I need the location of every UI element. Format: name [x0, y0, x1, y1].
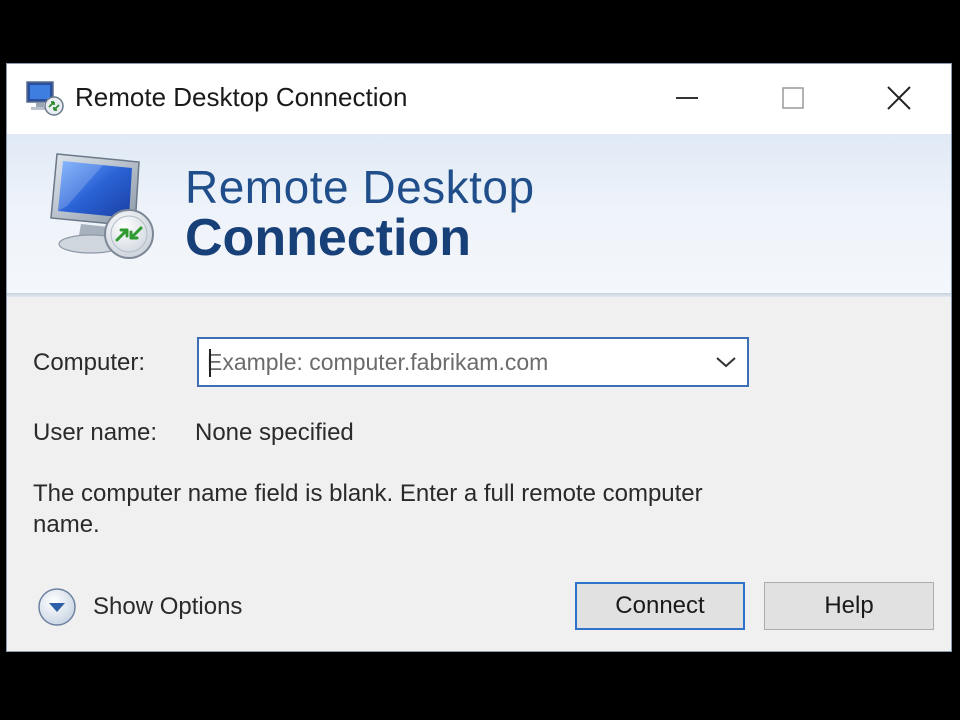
- monitor-connection-icon: [50, 153, 154, 259]
- banner-title-line2: Connection: [185, 209, 471, 267]
- computer-label: Computer:: [33, 349, 146, 376]
- title-bar[interactable]: Remote Desktop Connection: [7, 64, 951, 134]
- username-value: None specified: [195, 419, 354, 446]
- minimize-button[interactable]: [663, 76, 711, 120]
- remote-desktop-dialog: Remote Desktop Connection Remote Desktop…: [6, 63, 952, 652]
- maximize-icon: [782, 87, 804, 109]
- username-label: User name:: [33, 419, 158, 446]
- banner-title-line1: Remote Desktop: [185, 161, 535, 213]
- computer-combobox[interactable]: [197, 337, 749, 387]
- validation-message: The computer name field is blank. Enter …: [33, 480, 703, 538]
- maximize-button[interactable]: [769, 76, 817, 120]
- computer-dropdown-button[interactable]: [711, 347, 741, 377]
- minimize-icon: [676, 97, 698, 99]
- window-title: Remote Desktop Connection: [75, 82, 408, 112]
- computer-input[interactable]: [207, 345, 707, 379]
- remote-desktop-icon: [26, 81, 64, 116]
- close-icon: [887, 86, 911, 110]
- show-options-toggle[interactable]: Show Options: [37, 585, 242, 629]
- close-button[interactable]: [875, 76, 923, 120]
- chevron-down-icon: [716, 357, 736, 368]
- text-cursor: [209, 349, 211, 377]
- show-options-label: Show Options: [93, 593, 243, 620]
- banner-divider: [7, 293, 951, 297]
- header-banner: Remote Desktop Connection: [7, 134, 951, 294]
- connect-button[interactable]: Connect: [575, 582, 745, 630]
- chevron-down-circle-icon: [38, 588, 76, 626]
- help-button[interactable]: Help: [764, 582, 934, 630]
